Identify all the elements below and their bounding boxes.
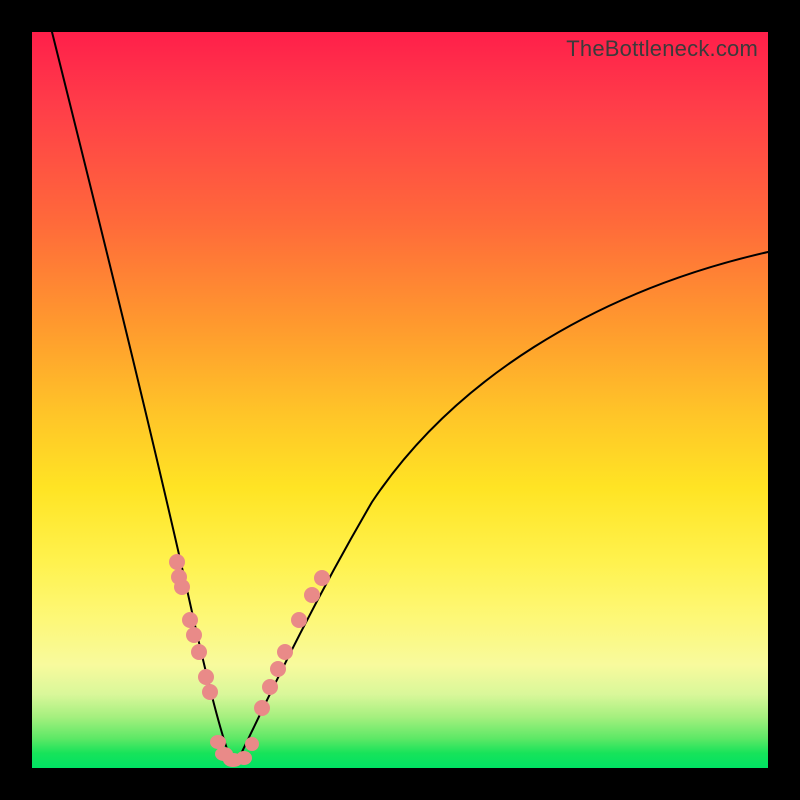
curve-dot: [236, 751, 252, 765]
curve-dot: [202, 684, 218, 700]
curve-dot: [182, 612, 198, 628]
curve-dot: [254, 700, 270, 716]
curve-dot: [314, 570, 330, 586]
plot-area: TheBottleneck.com: [32, 32, 768, 768]
curve-dot: [210, 735, 226, 749]
curve-dot: [245, 737, 259, 751]
curve-dot: [169, 554, 185, 570]
curve-dot: [270, 661, 286, 677]
curve-layer: [32, 32, 768, 768]
curve-dot: [291, 612, 307, 628]
curve-dot: [262, 679, 278, 695]
curve-dot: [277, 644, 293, 660]
chart-frame: TheBottleneck.com: [0, 0, 800, 800]
curve-dot: [198, 669, 214, 685]
curve-dot: [186, 627, 202, 643]
curve-dot: [191, 644, 207, 660]
right-curve: [237, 252, 768, 762]
curve-dot: [174, 579, 190, 595]
curve-dot: [304, 587, 320, 603]
